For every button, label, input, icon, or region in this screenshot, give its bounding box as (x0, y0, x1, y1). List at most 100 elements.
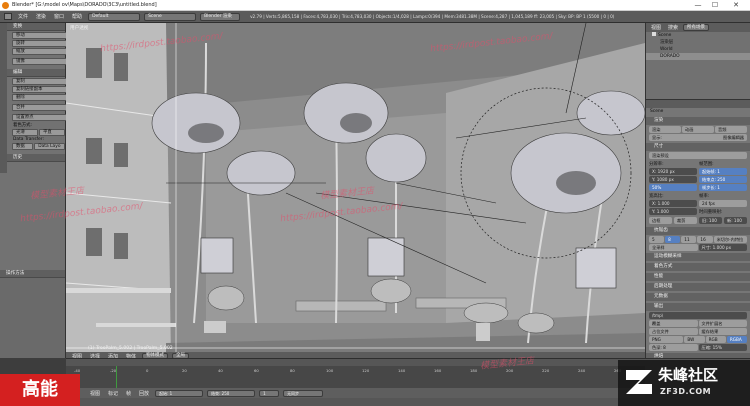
render-button[interactable]: 渲染 (649, 126, 681, 133)
fps-label: 帧率: (699, 194, 710, 199)
antialiasing-section-header[interactable]: 抗锯齿 (646, 227, 750, 235)
timeline-tick-label: 20 (182, 368, 187, 373)
aa-filter-dropdown[interactable]: 米切尔-内特拉瓦利 (713, 236, 747, 249)
file-format-dropdown[interactable]: PNG (649, 336, 684, 343)
outliner-row-dorado[interactable]: DORADO (646, 53, 750, 60)
animation-button[interactable]: 动画 (682, 126, 714, 133)
menu-file[interactable]: 文件 (16, 13, 30, 20)
set-origin-dropdown[interactable]: 设置原点 (12, 114, 68, 121)
data-layers-button[interactable]: Data Layo (34, 143, 65, 150)
timeline-current-frame-field[interactable]: 1 (259, 389, 280, 397)
resolution-x-field[interactable]: X: 1920 px (649, 168, 697, 175)
crop-checkbox[interactable]: 裁剪 (674, 217, 697, 224)
render-preset-dropdown[interactable]: 渲染预设 (649, 152, 747, 159)
frame-end-field[interactable]: 结束点: 250 (699, 176, 747, 183)
timeline-view-menu[interactable]: 视图 (88, 390, 102, 397)
frame-step-field[interactable]: 帧步长: 1 (699, 184, 747, 191)
scale-button[interactable]: 缩放 (12, 48, 68, 55)
layout-dropdown[interactable]: Default (88, 12, 141, 21)
aa-size-field[interactable]: 尺寸: 1.000 px (698, 244, 747, 251)
brand-url: ZF3D.COM (660, 387, 712, 396)
full-sample-checkbox[interactable]: 全采样 (649, 244, 698, 251)
color-bw-button[interactable]: BW (684, 336, 705, 343)
post-processing-section-header[interactable]: 后期处理 (646, 283, 750, 291)
join-button[interactable]: 合并 (12, 104, 68, 111)
delete-button[interactable]: 删除 (12, 94, 68, 101)
color-rgb-button[interactable]: RGB (705, 336, 726, 343)
close-button[interactable]: ✕ (728, 0, 744, 11)
aspect-x-field[interactable]: X: 1.000 (649, 200, 697, 207)
aa-samples-5[interactable]: 5 (649, 236, 665, 243)
resolution-percent-slider[interactable]: 50% (649, 184, 697, 191)
timeline-playback-menu[interactable]: 回放 (137, 390, 151, 397)
color-rgba-button[interactable]: RGBA (726, 336, 748, 343)
render-section-header[interactable]: 渲染 (646, 117, 750, 125)
resolution-y-field[interactable]: Y: 1080 px (649, 176, 697, 183)
output-path-field[interactable]: /tmp\ (649, 312, 747, 319)
output-section-header[interactable]: 输出 (646, 303, 750, 311)
operator-panel-header[interactable]: 操作方法 (0, 270, 65, 278)
aa-samples-11[interactable]: 11 (681, 236, 697, 243)
operator-panel: 操作方法 (0, 270, 66, 358)
overwrite-checkbox[interactable]: 覆盖 (649, 320, 698, 327)
outliner-row-scene[interactable]: Scene (646, 32, 750, 39)
timeline-sync-dropdown[interactable]: 无同步 (283, 389, 324, 397)
render-engine-dropdown[interactable]: Blender 渲染 (200, 12, 241, 21)
remap-old-field[interactable]: 旧: 100 (699, 217, 722, 224)
compression-slider[interactable]: 压缩: 15% (698, 344, 747, 351)
aa-samples-16[interactable]: 16 (697, 236, 713, 243)
timeline-start-field[interactable]: 起始: 1 (155, 389, 204, 397)
shade-smooth-button[interactable]: 光滑 (12, 129, 38, 136)
frame-start-field[interactable]: 起始帧: 1 (699, 168, 747, 175)
scene-dropdown[interactable]: Scene (144, 12, 197, 21)
timeline-marker-menu[interactable]: 标记 (106, 390, 120, 397)
timeline-header: 视图 标记 帧 回放 起始: 1 结束: 250 1 无同步 (66, 388, 645, 398)
remap-new-field[interactable]: 新: 100 (724, 217, 747, 224)
data-transfer-button[interactable]: 数据 (12, 143, 34, 150)
outliner-row-renderlayers[interactable]: 渲染层 (646, 39, 750, 46)
color-depth-field[interactable]: 色深: 8 (649, 344, 698, 351)
cache-result-checkbox[interactable]: 缓存结果 (698, 328, 747, 335)
active-object-label: (1) TreePalm_5.002 | TreePalm_5.002 (88, 346, 173, 351)
timeline-end-field[interactable]: 结束: 250 (207, 389, 256, 397)
menu-window[interactable]: 窗口 (52, 13, 66, 20)
properties-tabs (646, 100, 750, 108)
duplicate-linked-button[interactable]: 复制链接副本 (12, 86, 68, 93)
audio-button[interactable]: 音频 (715, 126, 747, 133)
menu-render[interactable]: 渲染 (34, 13, 48, 20)
outliner-search-menu[interactable]: 搜索 (666, 24, 680, 31)
rotate-button[interactable]: 旋转 (12, 40, 68, 47)
performance-section-header[interactable]: 性能 (646, 273, 750, 281)
timeline-frame-menu[interactable]: 帧 (124, 390, 133, 397)
file-extension-checkbox[interactable]: 文件扩展名 (698, 320, 747, 327)
outliner-view-menu[interactable]: 视图 (649, 24, 663, 31)
fps-dropdown[interactable]: 24 fps (699, 200, 747, 207)
border-checkbox[interactable]: 边框 (649, 217, 672, 224)
timeline-tick-label: 0 (146, 368, 149, 373)
motion-blur-section-header[interactable]: 运动模糊采样 (646, 253, 750, 261)
move-button[interactable]: 移动 (12, 32, 68, 39)
edit-panel-header[interactable]: 编辑 (7, 69, 65, 77)
duplicate-button[interactable]: 复制 (12, 78, 68, 85)
dimensions-section-header[interactable]: 尺寸 (646, 143, 750, 151)
menu-help[interactable]: 帮助 (70, 13, 84, 20)
aa-samples-8[interactable]: 8 (665, 236, 681, 243)
outliner-row-world[interactable]: World (646, 46, 750, 53)
shade-flat-button[interactable]: 平直 (39, 129, 65, 136)
mirror-button[interactable]: 镜像 (12, 58, 68, 65)
metadata-section-header[interactable]: 元数据 (646, 293, 750, 301)
display-dropdown[interactable]: 显示: 图像编辑器 (649, 134, 747, 141)
aspect-y-field[interactable]: Y: 1.000 (649, 208, 697, 215)
minimize-button[interactable]: — (690, 0, 706, 11)
shading-section-header[interactable]: 着色方式 (646, 263, 750, 271)
editor-type-icon[interactable] (4, 13, 12, 20)
maximize-button[interactable]: ☐ (707, 0, 723, 11)
transform-panel-header[interactable]: 变换 (7, 23, 65, 31)
placeholders-checkbox[interactable]: 占位文件 (649, 328, 698, 335)
scene-stats: v2.79 | Verts:5,865,158 | Faces:4,783,03… (250, 14, 615, 19)
timeline-ruler[interactable]: -40-200204060801001201401601802002202402… (66, 366, 645, 388)
timeline-tick-label: 120 (362, 368, 370, 373)
history-panel-header[interactable]: 历史 (7, 154, 65, 162)
outliner-filter-dropdown[interactable]: 所有场景 (683, 24, 710, 31)
viewport-view-label: 用户透视 (70, 26, 89, 31)
